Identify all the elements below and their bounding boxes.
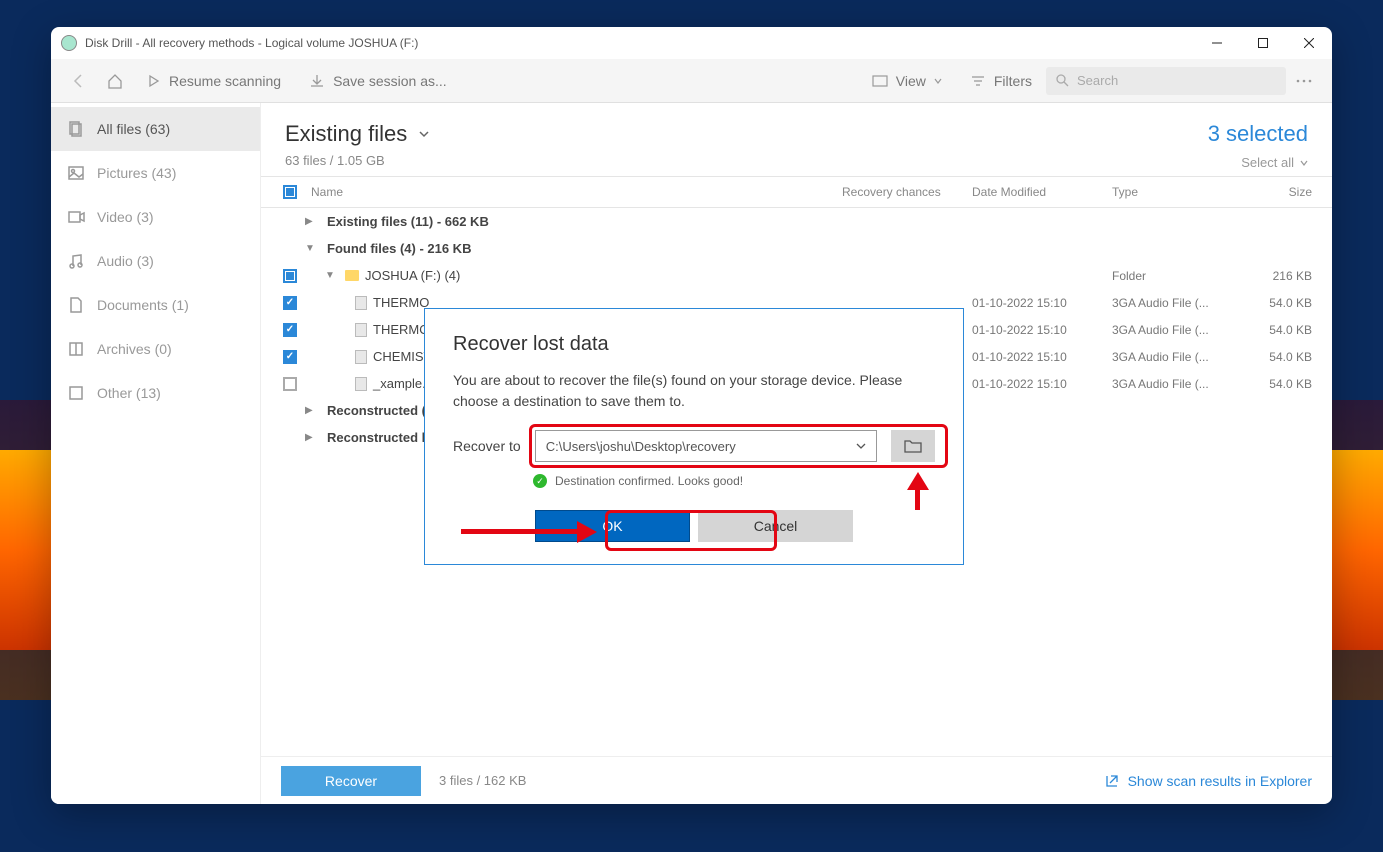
sidebar-item-other[interactable]: Other (13) [51,371,260,415]
resume-scanning-label: Resume scanning [169,73,281,89]
file-icon [355,377,367,391]
chevron-down-icon [856,441,866,451]
files-icon [67,120,85,138]
view-dropdown[interactable]: View [858,73,956,89]
back-button[interactable] [61,63,97,99]
show-in-explorer-link[interactable]: Show scan results in Explorer [1104,773,1312,789]
sidebar-item-label: Pictures (43) [97,165,176,181]
other-icon [67,384,85,402]
maximize-button[interactable] [1240,27,1286,59]
sidebar-item-label: Audio (3) [97,253,154,269]
cancel-button[interactable]: Cancel [698,510,853,542]
destination-dropdown[interactable]: C:\Users\joshu\Desktop\recovery [535,430,877,462]
file-icon [355,350,367,364]
header-checkbox[interactable] [283,185,297,199]
video-icon [67,208,85,226]
row-checkbox[interactable] [283,269,297,283]
search-icon [1056,74,1069,87]
select-all-button[interactable]: Select all [1208,155,1308,170]
sidebar-item-label: Other (13) [97,385,161,401]
file-icon [355,296,367,310]
selected-count: 3 selected [1208,121,1308,147]
recover-button[interactable]: Recover [281,766,421,796]
external-link-icon [1104,773,1120,789]
filters-label: Filters [994,73,1032,89]
page-subtitle: 63 files / 1.05 GB [285,153,431,168]
documents-icon [67,296,85,314]
column-name[interactable]: Name [305,185,842,199]
window-title: Disk Drill - All recovery methods - Logi… [85,36,1194,50]
file-icon [355,323,367,337]
dialog-body: You are about to recover the file(s) fou… [453,370,935,412]
row-checkbox[interactable] [283,323,297,337]
close-button[interactable] [1286,27,1332,59]
minimize-button[interactable] [1194,27,1240,59]
browse-folder-button[interactable] [891,430,935,462]
save-session-label: Save session as... [333,73,447,89]
folder-icon [345,270,359,281]
recover-to-label: Recover to [453,438,521,454]
column-size[interactable]: Size [1232,185,1332,199]
sidebar-item-video[interactable]: Video (3) [51,195,260,239]
folder-row-joshua[interactable]: ▼ JOSHUA (F:) (4) Folder 216 KB [261,262,1332,289]
check-icon: ✓ [533,474,547,488]
folder-icon [904,439,922,453]
sidebar-item-label: Archives (0) [97,341,172,357]
recover-dialog: Recover lost data You are about to recov… [424,308,964,565]
sidebar-item-label: All files (63) [97,121,170,137]
destination-path: C:\Users\joshu\Desktop\recovery [546,439,736,454]
row-checkbox[interactable] [283,296,297,310]
toolbar: Resume scanning Save session as... View … [51,59,1332,103]
table-header: Name Recovery chances Date Modified Type… [261,176,1332,208]
view-label: View [896,73,926,89]
save-session-button[interactable]: Save session as... [295,73,461,89]
expand-icon[interactable]: ▶ [305,432,321,443]
sidebar: All files (63) Pictures (43) Video (3) A… [51,103,261,804]
more-button[interactable] [1286,79,1322,83]
sidebar-item-documents[interactable]: Documents (1) [51,283,260,327]
sidebar-item-archives[interactable]: Archives (0) [51,327,260,371]
app-icon [61,35,77,51]
resume-scanning-button[interactable]: Resume scanning [133,73,295,89]
row-checkbox[interactable] [283,350,297,364]
ok-button[interactable]: OK [535,510,690,542]
sidebar-item-audio[interactable]: Audio (3) [51,239,260,283]
search-placeholder: Search [1077,73,1118,88]
row-checkbox[interactable] [283,377,297,391]
page-title: Existing files [285,121,431,147]
footer-info: 3 files / 162 KB [439,773,526,788]
home-button[interactable] [97,63,133,99]
destination-confirmed: ✓ Destination confirmed. Looks good! [533,474,935,488]
expand-icon[interactable]: ▶ [305,405,321,416]
filters-button[interactable]: Filters [956,73,1046,89]
archives-icon [67,340,85,358]
collapse-icon[interactable]: ▼ [305,243,321,254]
sidebar-item-label: Video (3) [97,209,154,225]
footer: Recover 3 files / 162 KB Show scan resul… [261,756,1332,804]
column-date[interactable]: Date Modified [972,185,1112,199]
column-recovery[interactable]: Recovery chances [842,185,972,199]
chevron-down-icon[interactable] [417,127,431,141]
pictures-icon [67,164,85,182]
sidebar-item-label: Documents (1) [97,297,189,313]
audio-icon [67,252,85,270]
group-row-existing[interactable]: ▶ Existing files (11) - 662 KB [261,208,1332,235]
sidebar-item-pictures[interactable]: Pictures (43) [51,151,260,195]
expand-icon[interactable]: ▶ [305,216,321,227]
dialog-title: Recover lost data [453,333,935,356]
column-type[interactable]: Type [1112,185,1232,199]
search-input[interactable]: Search [1046,67,1286,95]
titlebar: Disk Drill - All recovery methods - Logi… [51,27,1332,59]
sidebar-item-allfiles[interactable]: All files (63) [51,107,260,151]
group-row-found[interactable]: ▼ Found files (4) - 216 KB [261,235,1332,262]
